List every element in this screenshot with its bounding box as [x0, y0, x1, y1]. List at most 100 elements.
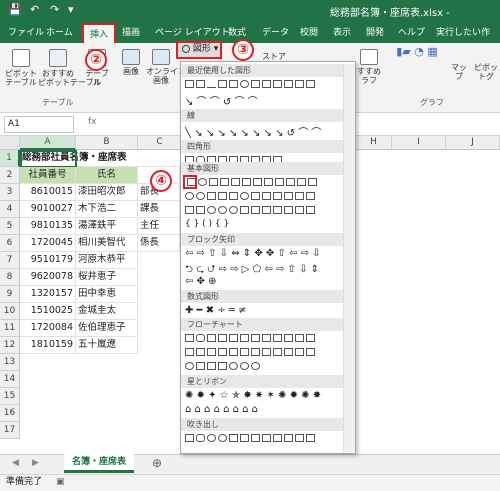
- employee-id-cell[interactable]: 1720084: [20, 320, 76, 337]
- recommended-chart-button[interactable]: すすめ ラフ: [356, 49, 382, 85]
- row-header[interactable]: 1: [0, 150, 20, 167]
- header-cell[interactable]: 社員番号: [20, 167, 76, 184]
- employee-id-cell[interactable]: 8610015: [20, 184, 76, 201]
- image-button[interactable]: 画像: [118, 49, 144, 76]
- employee-id-cell[interactable]: 9010027: [20, 201, 76, 218]
- name-cell[interactable]: 田中幸恵: [76, 286, 138, 303]
- name-cell[interactable]: 漆田昭次郎: [76, 184, 138, 201]
- map-button[interactable]: マップ: [448, 63, 470, 81]
- name-cell[interactable]: 桜井恵子: [76, 269, 138, 286]
- row-header[interactable]: 8: [0, 269, 20, 286]
- row-header[interactable]: 10: [0, 303, 20, 320]
- shapes-button[interactable]: 図形 ▾: [176, 41, 222, 59]
- pivot-chart-button[interactable]: ピボットグ: [472, 63, 500, 81]
- employee-id-cell[interactable]: 1320157: [20, 286, 76, 303]
- employee-id-cell[interactable]: 9620078: [20, 269, 76, 286]
- header-cell[interactable]: 氏名: [76, 167, 138, 184]
- row-header[interactable]: 7: [0, 252, 20, 269]
- sheet-tab-roster[interactable]: 名簿・座席表: [64, 454, 134, 473]
- tab-formulas[interactable]: 数式: [228, 25, 246, 38]
- row-header[interactable]: 9: [0, 286, 20, 303]
- name-cell[interactable]: 河原木恭平: [76, 252, 138, 269]
- shape-row[interactable]: ⌂ ⌂ ⌂ ⌂ ⌂ ⌂ ⌂ ⌂: [185, 404, 345, 418]
- pivot-table-button[interactable]: ピボット テーブル: [4, 49, 38, 87]
- tab-home[interactable]: ホーム: [46, 25, 73, 38]
- employee-id-cell[interactable]: 1720045: [20, 235, 76, 252]
- row-header[interactable]: 15: [0, 388, 20, 405]
- recommended-pivot-button[interactable]: おすすめ ピボットテーブル: [38, 49, 102, 87]
- shape-row[interactable]: [185, 361, 345, 375]
- row-header[interactable]: 14: [0, 371, 20, 388]
- row-header[interactable]: 5: [0, 218, 20, 235]
- redo-icon[interactable]: ↷: [50, 3, 59, 17]
- name-cell[interactable]: 木下浩二: [76, 201, 138, 218]
- shape-row[interactable]: [185, 191, 345, 205]
- tell-me-search[interactable]: 実行したい作: [436, 25, 490, 38]
- online-image-button[interactable]: オンライン 画像: [146, 49, 186, 85]
- shape-row[interactable]: [185, 347, 345, 361]
- name-cell[interactable]: 佐伯理恵子: [76, 320, 138, 337]
- gallery-scrollbar[interactable]: [343, 64, 355, 452]
- undo-icon[interactable]: ↶: [30, 3, 39, 17]
- shape-row[interactable]: ⇦ ⇨ ⇧ ⇩ ⇔ ⇕ ✥ ✥ ⇧ ⇦ ⇨ ⇩: [185, 248, 345, 262]
- scroll-right-icon[interactable]: ▶: [32, 458, 39, 468]
- col-header[interactable]: A: [20, 136, 76, 150]
- shape-row[interactable]: [185, 205, 345, 219]
- select-all-corner[interactable]: [0, 136, 20, 150]
- save-icon[interactable]: 💾: [8, 3, 22, 17]
- shape-row[interactable]: [185, 79, 345, 93]
- col-header[interactable]: I: [392, 136, 446, 150]
- shape-row[interactable]: [185, 433, 345, 447]
- scroll-left-icon[interactable]: ◀: [12, 458, 19, 468]
- name-cell[interactable]: 五十嵐遼: [76, 337, 138, 354]
- rectangle-shape-highlight[interactable]: [183, 175, 197, 189]
- employee-id-cell[interactable]: 1810159: [20, 337, 76, 354]
- shape-row[interactable]: [185, 177, 345, 191]
- sheet-title-cell[interactable]: 総務部社員名簿・座席表: [20, 150, 180, 167]
- col-header[interactable]: J: [446, 136, 500, 150]
- name-cell[interactable]: 相川美智代: [76, 235, 138, 252]
- employee-id-cell[interactable]: 9810135: [20, 218, 76, 235]
- add-sheet-icon[interactable]: ⊕: [152, 456, 162, 470]
- qat-menu-icon[interactable]: ▾: [68, 3, 74, 17]
- name-box[interactable]: A1: [4, 116, 74, 133]
- tab-help[interactable]: ヘルプ: [398, 25, 425, 38]
- shape-row[interactable]: ⇦ ✥ ⊕: [185, 276, 345, 290]
- row-header[interactable]: 2: [0, 167, 20, 184]
- macro-record-icon[interactable]: ▣: [56, 475, 65, 490]
- title-cell[interactable]: 主任: [138, 218, 180, 235]
- col-header[interactable]: C: [138, 136, 182, 150]
- tab-file[interactable]: ファイル: [8, 25, 44, 38]
- shape-row[interactable]: ✚ ━ ✖ ÷ ═ ≠: [185, 305, 345, 319]
- chart-types-icon[interactable]: ▮▰ ◔ ▦: [392, 46, 442, 57]
- row-header[interactable]: 16: [0, 405, 20, 422]
- tab-developer[interactable]: 開発: [366, 25, 384, 38]
- row-header[interactable]: 11: [0, 320, 20, 337]
- shape-row[interactable]: ⮌ ⮎ ⮍ ⇨ ⇨ ▷ ⬠ ⇦ ⇨ ⇧ ⇩ ⇕: [185, 262, 345, 276]
- tab-view[interactable]: 表示: [333, 25, 351, 38]
- title-cell[interactable]: 課長: [138, 201, 180, 218]
- tab-page-layout[interactable]: ページ レイアウト: [155, 25, 230, 38]
- employee-id-cell[interactable]: 9510179: [20, 252, 76, 269]
- title-cell[interactable]: 係長: [138, 235, 180, 252]
- row-header[interactable]: 13: [0, 354, 20, 371]
- tab-data[interactable]: データ: [262, 25, 289, 38]
- shape-row[interactable]: ╲ ↘ ↘ ↘ ↘ ↘ ↘ ↘ ↘ ↺ ⌒ ⌒: [185, 124, 345, 138]
- row-header[interactable]: 12: [0, 337, 20, 354]
- shape-row[interactable]: [185, 333, 345, 347]
- row-header[interactable]: 6: [0, 235, 20, 252]
- tab-review[interactable]: 校閲: [300, 25, 318, 38]
- employee-id-cell[interactable]: 1510025: [20, 303, 76, 320]
- col-header[interactable]: H: [356, 136, 392, 150]
- store-button[interactable]: ストア: [262, 52, 286, 61]
- row-header[interactable]: 17: [0, 422, 20, 439]
- shape-row[interactable]: ✺ ✹ ✦ ☆ ✯ ✸ ✷ ✶ ✺ ✹ ✺ ✸: [185, 390, 345, 404]
- name-cell[interactable]: 金城圭太: [76, 303, 138, 320]
- row-header[interactable]: 3: [0, 184, 20, 201]
- name-cell[interactable]: 湯澤鉄平: [76, 218, 138, 235]
- shape-row[interactable]: ↘ ⌒ ⌒ ↺ ⌒ ⌒: [185, 93, 345, 107]
- fx-icon[interactable]: fx: [88, 117, 97, 127]
- shape-row[interactable]: { } ( ) { }: [185, 219, 345, 233]
- col-header[interactable]: B: [76, 136, 138, 150]
- tab-draw[interactable]: 描画: [122, 25, 140, 38]
